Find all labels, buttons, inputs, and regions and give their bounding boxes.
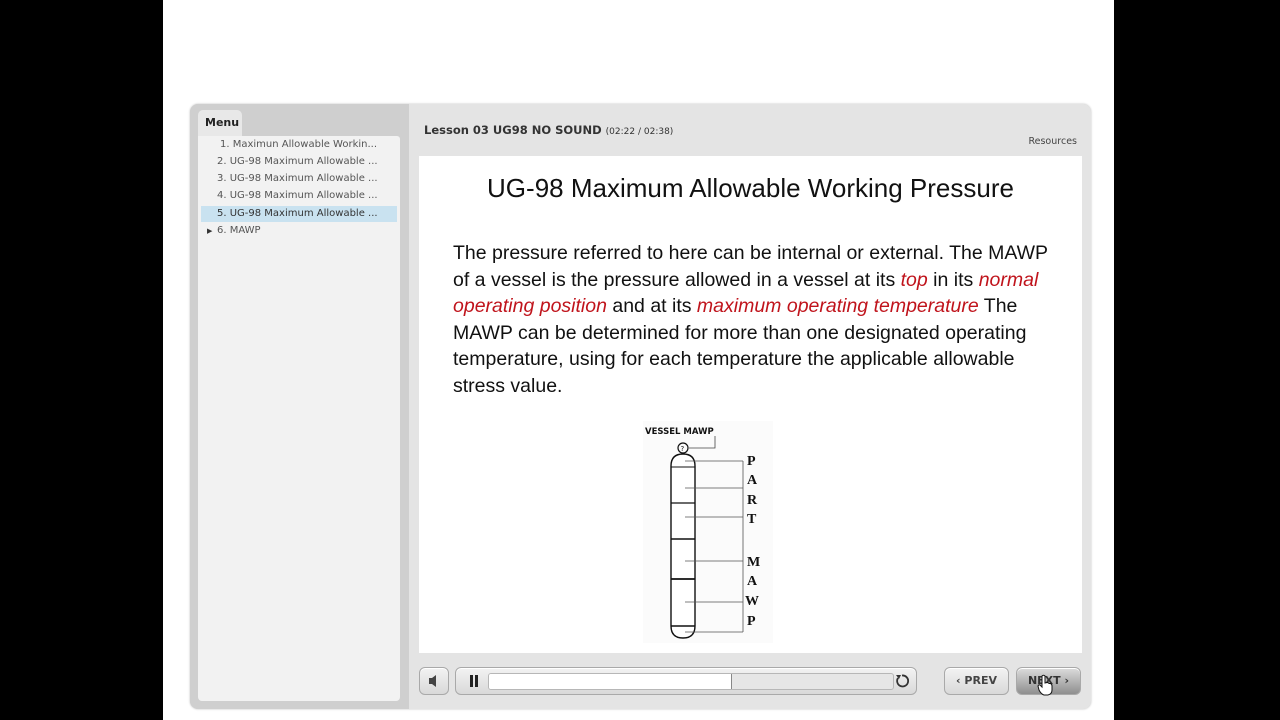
menu-item-2[interactable]: 2. UG-98 Maximum Allowable ... bbox=[201, 154, 397, 170]
menu-item-3[interactable]: 3. UG-98 Maximum Allowable ... bbox=[201, 171, 397, 187]
diagram-letter: P bbox=[747, 614, 756, 629]
slide-content: UG-98 Maximum Allowable Working Pressure… bbox=[419, 156, 1082, 653]
menu-item-6[interactable]: ▶ 6. MAWP bbox=[201, 223, 397, 239]
menu-item-5[interactable]: 5. UG-98 Maximum Allowable ... bbox=[201, 206, 397, 222]
emphasis-text: top bbox=[900, 268, 928, 291]
menu-item-label: 3. UG-98 Maximum Allowable ... bbox=[217, 173, 378, 184]
volume-button[interactable] bbox=[419, 667, 449, 695]
menu-panel: 1. Maximun Allowable Workin... 2. UG-98 … bbox=[198, 136, 400, 701]
diagram-letter: R bbox=[747, 493, 758, 508]
triangle-right-icon[interactable]: ▶ bbox=[207, 223, 212, 239]
body-text: and at its bbox=[606, 295, 697, 318]
chevron-right-icon: › bbox=[1064, 674, 1070, 687]
menu-item-label: 6. MAWP bbox=[217, 225, 261, 236]
body-text: in its bbox=[927, 268, 979, 291]
menu-item-label: 1. Maximun Allowable Workin... bbox=[220, 139, 378, 150]
emphasis-text: maximum operating temperature bbox=[696, 295, 979, 318]
main-area: Lesson 03 UG98 NO SOUND (02:22 / 02:38) R… bbox=[409, 104, 1091, 709]
seek-bar-container bbox=[455, 667, 917, 695]
menu-item-label: 5. UG-98 Maximum Allowable ... bbox=[217, 208, 378, 219]
diagram-label: VESSEL MAWP bbox=[645, 427, 714, 437]
progress-track[interactable] bbox=[488, 673, 894, 690]
pause-button[interactable] bbox=[462, 668, 484, 694]
course-player: Menu 1. Maximun Allowable Workin... 2. U… bbox=[190, 104, 1091, 709]
vessel-diagram-svg: VESSEL MAWP ? P A R T M A W P bbox=[643, 421, 773, 643]
menu-item-4[interactable]: 4. UG-98 Maximum Allowable ... bbox=[201, 188, 397, 204]
prev-label: PREV bbox=[964, 674, 997, 687]
vessel-shell bbox=[670, 453, 696, 639]
diagram-letter: M bbox=[747, 555, 760, 570]
diagram-letter: T bbox=[747, 512, 757, 527]
diagram-letter: A bbox=[747, 574, 758, 589]
progress-fill bbox=[489, 674, 733, 689]
sidebar: Menu 1. Maximun Allowable Workin... 2. U… bbox=[190, 104, 409, 709]
chevron-left-icon: ‹ bbox=[956, 674, 961, 687]
menu-item-label: 4. UG-98 Maximum Allowable ... bbox=[217, 190, 378, 201]
slide-body: The pressure referred to here can be int… bbox=[453, 240, 1063, 400]
pause-icon bbox=[470, 675, 478, 687]
diagram-letter: A bbox=[747, 473, 758, 488]
menu-tab[interactable]: Menu bbox=[198, 110, 242, 136]
hand-cursor-icon bbox=[1037, 674, 1053, 696]
replay-icon bbox=[896, 674, 910, 688]
prev-button[interactable]: ‹ PREV bbox=[944, 667, 1009, 695]
lesson-title-text: Lesson 03 UG98 NO SOUND bbox=[424, 123, 602, 137]
menu-item-1[interactable]: 1. Maximun Allowable Workin... bbox=[201, 137, 397, 153]
lesson-time: (02:22 / 02:38) bbox=[605, 127, 674, 137]
vessel-diagram: VESSEL MAWP ? P A R T M A W P bbox=[643, 421, 773, 643]
speaker-icon bbox=[429, 675, 436, 687]
menu-item-label: 2. UG-98 Maximum Allowable ... bbox=[217, 156, 378, 167]
gauge-symbol: ? bbox=[681, 445, 685, 453]
replay-button[interactable] bbox=[890, 668, 914, 694]
slide-title: UG-98 Maximum Allowable Working Pressure bbox=[487, 173, 1014, 203]
diagram-letter: W bbox=[745, 594, 759, 609]
lesson-title: Lesson 03 UG98 NO SOUND (02:22 / 02:38) bbox=[424, 123, 673, 137]
diagram-letter: P bbox=[747, 454, 756, 469]
resources-link[interactable]: Resources bbox=[1028, 136, 1077, 147]
